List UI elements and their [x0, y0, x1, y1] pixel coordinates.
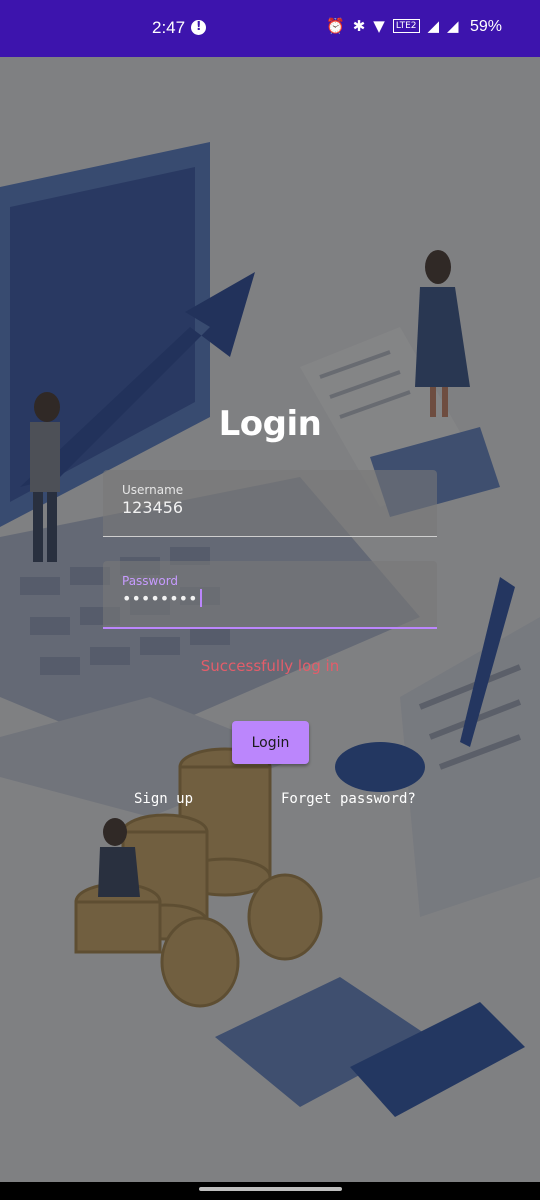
- text-cursor: [199, 589, 202, 607]
- wifi-icon: ▼: [373, 17, 385, 35]
- alarm-icon: ⏰: [326, 17, 345, 35]
- sign-up-link[interactable]: Sign up: [134, 791, 193, 807]
- home-gesture-handle[interactable]: [199, 1187, 342, 1191]
- username-field[interactable]: Username 123456: [103, 470, 437, 537]
- password-value[interactable]: ••••••••: [122, 589, 202, 608]
- forget-password-link[interactable]: Forget password?: [281, 791, 416, 807]
- status-bar: 2:47 ⏰ ✱ ▼ LTE2 ◢ ◢ 59%: [0, 0, 540, 57]
- page-title: Login: [218, 404, 322, 444]
- login-button[interactable]: Login: [232, 721, 309, 764]
- status-message: Successfully log in: [200, 657, 340, 675]
- signal-icon: ◢: [447, 17, 459, 35]
- password-dots: ••••••••: [122, 589, 198, 608]
- password-label: Password: [122, 574, 179, 588]
- navigation-bar: [0, 1182, 540, 1200]
- signal-icon: ◢: [427, 17, 440, 35]
- username-value[interactable]: 123456: [122, 498, 183, 517]
- status-time: 2:47: [152, 18, 186, 37]
- bluetooth-icon: ✱: [352, 17, 366, 35]
- password-field[interactable]: Password ••••••••: [103, 561, 437, 629]
- volte-icon: LTE2: [392, 19, 420, 33]
- notification-alert-icon: [191, 19, 206, 35]
- battery-percent: 59%: [470, 18, 503, 35]
- status-icons: ⏰ ✱ ▼ LTE2 ◢ ◢: [326, 17, 459, 35]
- username-label: Username: [122, 483, 184, 497]
